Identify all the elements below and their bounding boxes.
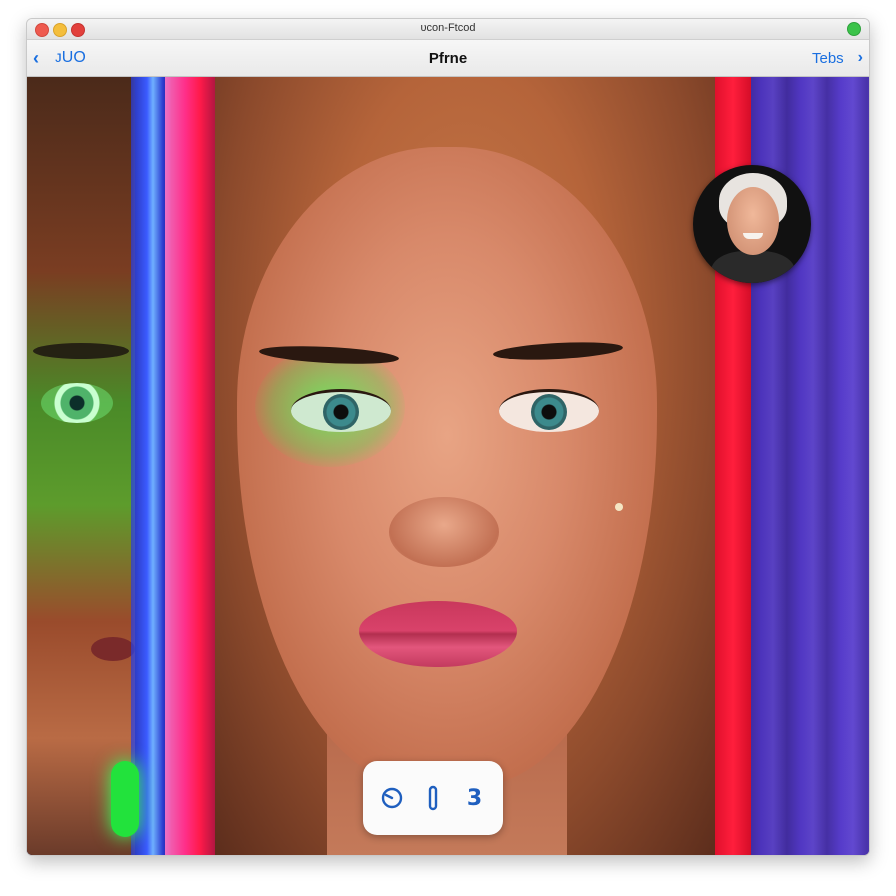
tabs-button-label: Tebs (811, 49, 844, 67)
app-window: ᴜcon-Ftcod ‹ ᴊUO Pfrne Tebs › 3 (26, 18, 870, 856)
left-iris (323, 394, 359, 430)
green-light-spot (111, 761, 139, 837)
face (237, 147, 657, 787)
pink-light-beam (165, 77, 215, 855)
window-title: ᴜcon-Ftcod (420, 22, 476, 34)
page-title: Pfrne (428, 50, 468, 67)
earring (615, 503, 623, 511)
option-3-button[interactable]: 3 (462, 784, 488, 812)
right-iris (531, 394, 567, 430)
left-panel-brow (33, 343, 129, 359)
pip-body (711, 251, 795, 283)
pip-face (727, 187, 779, 255)
main-video-feed[interactable]: 3 (27, 77, 869, 855)
tabs-button[interactable]: Tebs › (812, 46, 863, 70)
right-eye (499, 389, 599, 432)
mirrored-face-panel (27, 77, 135, 855)
left-panel-eye (41, 383, 113, 423)
pip-smile (743, 233, 763, 239)
timer-button[interactable] (379, 784, 405, 812)
navigation-bar: ‹ ᴊUO Pfrne Tebs › (27, 40, 869, 77)
call-controls: 3 (363, 761, 503, 835)
nose (389, 497, 499, 567)
left-eye (291, 389, 391, 432)
status-indicator (847, 22, 861, 36)
chevron-right-icon: › (857, 49, 863, 66)
left-panel-lips (91, 637, 135, 661)
timer-icon (381, 787, 402, 809)
pause-button[interactable] (420, 784, 446, 812)
title-bar: ᴜcon-Ftcod (27, 19, 869, 40)
picture-in-picture-video[interactable] (693, 165, 811, 283)
pause-bar-icon (428, 785, 438, 811)
